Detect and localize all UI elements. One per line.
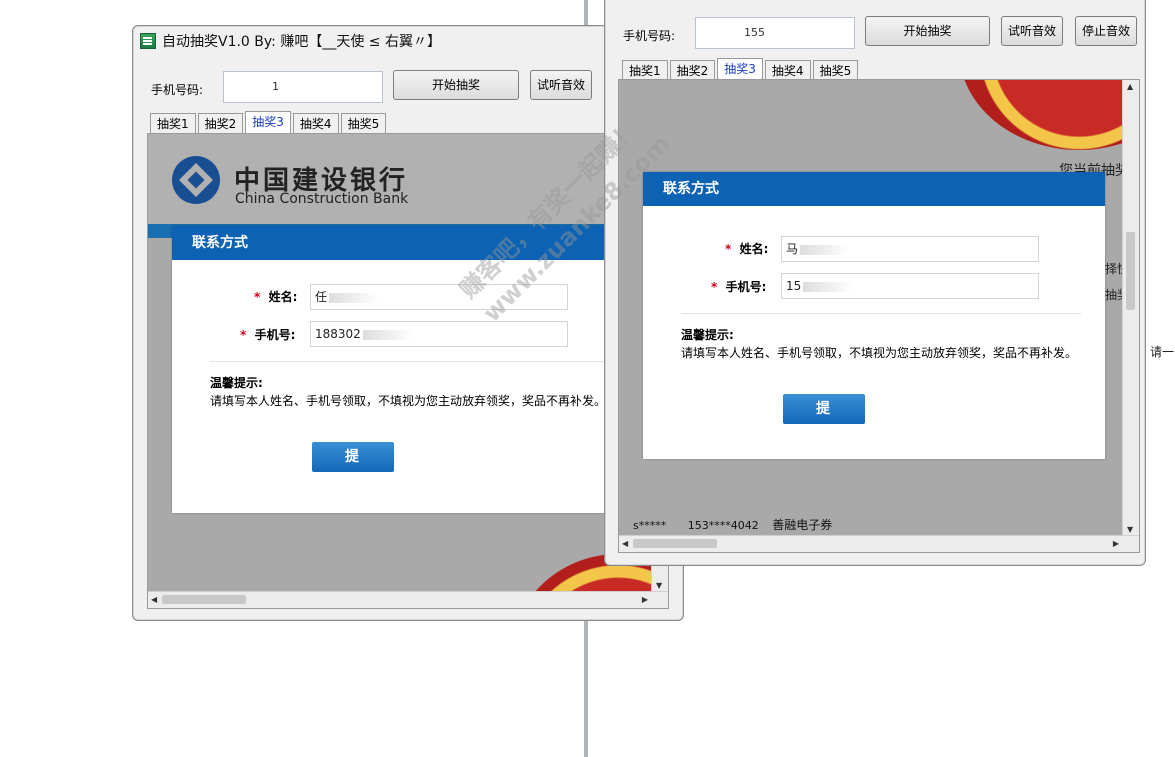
scroll-down-icon[interactable]: ▼	[656, 581, 662, 590]
tab-lottery-2[interactable]: 抽奖2	[669, 60, 716, 81]
vertical-scroll-thumb[interactable]	[1126, 232, 1135, 310]
hint-title: 温馨提示:	[681, 328, 734, 342]
hint-body: 请填写本人姓名、手机号领取，不填视为您主动放弃领奖，奖品不再补发。	[210, 394, 607, 408]
dialog-header: 联系方式	[643, 172, 1105, 206]
name-input[interactable]: 马	[781, 236, 1039, 262]
lottery-window-2: 手机号码: 155 开始抽奖 试听音效 停止音效 抽奖1 抽奖2 抽奖3 抽奖4…	[604, 0, 1146, 566]
scroll-right-icon[interactable]: ▶	[1113, 539, 1119, 548]
scroll-right-icon[interactable]: ▶	[642, 595, 648, 604]
tab-lottery-4[interactable]: 抽奖4	[292, 113, 339, 134]
hint-body: 请填写本人姓名、手机号领取，不填视为您主动放弃领奖，奖品不再补发。	[681, 346, 1078, 360]
winner-prize: 善融电子券	[772, 518, 833, 532]
horizontal-scrollbar[interactable]: ◀ ▶	[148, 591, 668, 608]
required-mark: *	[725, 242, 740, 256]
winner-row: s***** 153****4042 善融电子券	[633, 516, 832, 533]
hint-title: 温馨提示:	[210, 376, 263, 390]
winner-user: s*****	[633, 519, 667, 532]
vertical-scrollbar[interactable]: ▲ ▼	[1122, 80, 1139, 536]
test-sound-button[interactable]: 试听音效	[1001, 16, 1063, 46]
embedded-browser: 中国建设银行 China Construction Bank 联系方式 * 姓名…	[147, 133, 669, 609]
phone-input[interactable]: 188302	[310, 321, 568, 347]
required-mark: *	[240, 328, 255, 342]
phone-label: 手机号码:	[623, 29, 676, 43]
phone-label: * 手机号:	[240, 328, 296, 342]
test-sound-button[interactable]: 试听音效	[530, 70, 592, 100]
app-icon	[140, 33, 156, 49]
lottery-wheel	[959, 80, 1139, 150]
divider	[681, 313, 1081, 314]
dialog-header: 联系方式	[172, 226, 652, 260]
tab-lottery-2[interactable]: 抽奖2	[197, 113, 244, 134]
phone-label: 手机号码:	[151, 83, 204, 97]
divider	[210, 361, 610, 362]
bank-banner: 中国建设银行 China Construction Bank	[148, 134, 652, 224]
name-label: * 姓名:	[254, 290, 298, 304]
phone-number-input[interactable]: 1	[223, 71, 383, 103]
contact-dialog: 联系方式 * 姓名: 马 * 手机号: 15 温馨提示: 请填写本人姓名、手机号…	[643, 172, 1105, 459]
lottery-tabs: 抽奖1 抽奖2 抽奖3 抽奖4 抽奖5	[150, 111, 388, 134]
horizontal-scrollbar[interactable]: ◀ ▶	[619, 535, 1139, 552]
winner-phone: 153****4042	[687, 519, 759, 532]
phone-input[interactable]: 15	[781, 273, 1039, 299]
stop-sound-button[interactable]: 停止音效	[1075, 16, 1137, 46]
tab-lottery-4[interactable]: 抽奖4	[764, 60, 811, 81]
lottery-window-1: 自动抽奖V1.0 By: 赚吧【__天使 ≤ 右翼〃】 手机号码: 1 开始抽奖…	[132, 25, 684, 621]
required-mark: *	[711, 280, 726, 294]
scroll-left-icon[interactable]: ◀	[622, 539, 628, 548]
name-input[interactable]: 任	[310, 284, 568, 310]
lottery-tabs: 抽奖1 抽奖2 抽奖3 抽奖4 抽奖5	[622, 58, 860, 81]
window-title: 自动抽奖V1.0 By: 赚吧【__天使 ≤ 右翼〃】	[162, 34, 441, 50]
title-bar: 自动抽奖V1.0 By: 赚吧【__天使 ≤ 右翼〃】	[133, 26, 683, 54]
phone-number-input[interactable]: 155	[695, 17, 855, 49]
scroll-up-icon[interactable]: ▲	[1127, 82, 1133, 91]
embedded-browser: 您当前抽奖 择快 抽奖 联系方式 * 姓名: 马 * 手机号: 15 温馨提示:…	[618, 79, 1140, 553]
tab-lottery-1[interactable]: 抽奖1	[150, 113, 196, 134]
tab-lottery-5[interactable]: 抽奖5	[812, 60, 859, 81]
submit-button[interactable]: 提 交	[312, 442, 394, 495]
tab-lottery-1[interactable]: 抽奖1	[622, 60, 668, 81]
tab-lottery-3[interactable]: 抽奖3	[717, 58, 763, 81]
start-lottery-button[interactable]: 开始抽奖	[393, 70, 519, 100]
tab-lottery-3[interactable]: 抽奖3	[245, 111, 291, 134]
horizontal-scroll-thumb[interactable]	[162, 595, 246, 604]
contact-dialog: 联系方式 * 姓名: 任 * 手机号: 188302 温馨提示: 请填写本人姓名…	[172, 226, 652, 513]
required-mark: *	[254, 290, 269, 304]
bank-name-en: China Construction Bank	[235, 191, 409, 207]
start-lottery-button[interactable]: 开始抽奖	[865, 16, 990, 46]
submit-button[interactable]: 提 交	[783, 394, 865, 447]
ccb-logo-icon	[172, 156, 220, 204]
phone-label: * 手机号:	[711, 280, 767, 294]
scroll-down-icon[interactable]: ▼	[1127, 525, 1133, 534]
horizontal-scroll-thumb[interactable]	[633, 539, 717, 548]
tab-lottery-5[interactable]: 抽奖5	[340, 113, 387, 134]
scroll-left-icon[interactable]: ◀	[151, 595, 157, 604]
name-label: * 姓名:	[725, 242, 769, 256]
outside-partial-text: 请一?	[1150, 345, 1175, 359]
